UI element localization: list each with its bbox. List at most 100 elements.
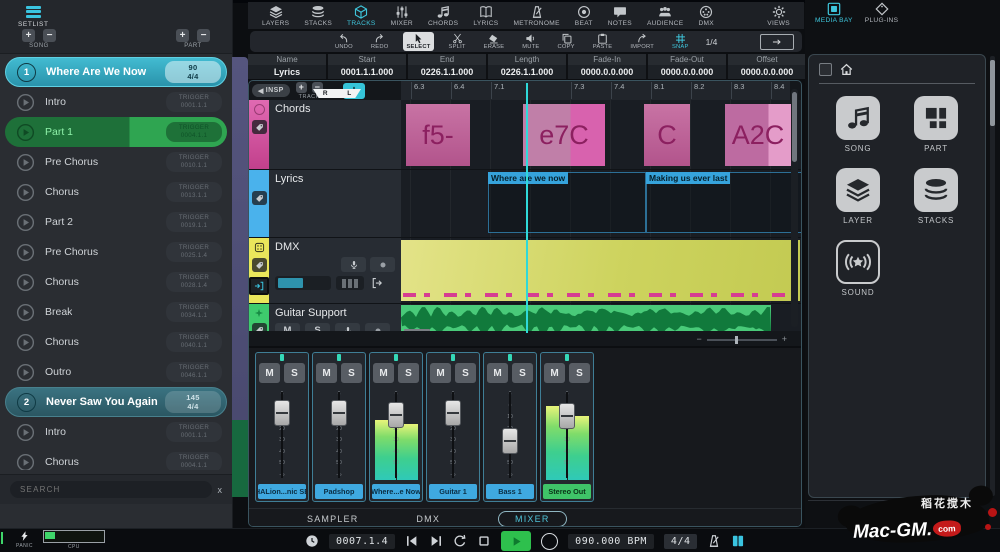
play-icon[interactable] [16,333,35,352]
browser-tile-icon-box[interactable] [836,96,880,140]
info-field[interactable]: Offset 0000.0.0.000 [728,54,808,79]
timeline-ruler[interactable]: 6.36.47.17.37.48.18.28.38.4 [401,81,790,101]
metronome-button[interactable] [707,534,721,548]
panic-button[interactable]: PANIC [16,530,33,550]
audio-event-region[interactable] [401,305,771,331]
play-button[interactable] [501,531,531,551]
play-icon[interactable] [16,273,35,292]
toolbar-tab[interactable]: TRACKS [347,5,376,27]
chord-event[interactable]: C [644,104,690,166]
toolbar-tab[interactable]: METRONOME [514,5,560,27]
fader-area[interactable]: 60 1020 3040 50-∞ [315,390,363,480]
goto-button[interactable] [760,34,794,50]
channel-name[interactable]: Bass 1 [486,484,534,499]
toolbar-tab[interactable]: AUDIENCE [647,5,683,27]
lyrics-view-button[interactable] [731,534,745,548]
info-field[interactable]: Start 0001.1.1.000 [328,54,408,79]
setlist-item[interactable]: Intro TRIGGER 0001.1.1 [5,87,227,117]
tag-icon-box[interactable] [252,323,267,331]
setlist-item[interactable]: Pre Chorus TRIGGER 0025.1.4 [5,237,227,267]
toolbar-tab[interactable]: LAYERS [262,5,289,27]
solo-button[interactable]: S [305,323,330,331]
info-field-value[interactable]: 0000.0.0.000 [648,65,726,79]
info-field-value[interactable]: 0001.1.1.000 [328,65,406,79]
time-display[interactable]: 0007.1.4 [329,534,395,549]
fader-cap[interactable] [331,400,347,426]
edit-tool[interactable]: PASTE [590,32,616,51]
time-signature[interactable]: 4/4 [664,534,698,549]
setlist-item[interactable]: Break TRIGGER 0034.1.1 [5,297,227,327]
lyrics-track-name[interactable]: Lyrics [275,173,395,185]
edit-tool[interactable]: IMPORT [627,32,657,51]
toolbar-tab[interactable]: STACKS [304,5,332,27]
info-field-value[interactable]: 0226.1.1.000 [408,65,486,79]
setlist-item[interactable]: Outro TRIGGER 0046.1.1 [5,357,227,387]
browser-tile[interactable]: SONG [819,88,897,160]
play-icon[interactable]: 1 [17,63,36,82]
play-icon[interactable]: 2 [17,393,36,412]
monitor-button[interactable] [341,257,366,272]
lyric-event[interactable]: Where are we now [488,172,646,233]
lower-zone-tab[interactable]: MIXER [498,511,567,527]
filter-checkbox[interactable] [819,63,832,76]
add-track-button[interactable]: + [296,82,307,93]
channel-name[interactable]: Guitar 1 [429,484,477,499]
right-toolbar-tab[interactable]: PLUG-INS [865,2,899,24]
fader-area[interactable]: 60 1020 3040 50-∞ [258,390,306,480]
fader-area[interactable]: 60 1020 3040 50-∞ [372,390,420,480]
edit-tool[interactable]: REDO [368,32,392,51]
play-icon[interactable] [16,123,35,142]
fader-cap[interactable] [502,428,518,454]
snap-value[interactable]: 1/4 [706,37,718,47]
vertical-scrollbar[interactable] [791,89,798,327]
search-field[interactable] [10,481,212,498]
tag-icon-box[interactable] [252,191,267,205]
remove-part-button[interactable]: − [197,29,210,42]
toolbar-tab[interactable]: CHORDS [428,5,458,27]
fader-cap[interactable] [274,400,290,426]
search-input[interactable] [18,484,204,495]
setlist-item[interactable]: 2 Never Saw You Again 145 4/4 [5,387,227,417]
lower-zone-tab[interactable]: DMX [416,514,440,524]
channel-solo-button[interactable]: S [341,363,362,383]
toolbar-tab[interactable]: DMX [698,5,714,27]
zoom-in-button[interactable]: + [782,335,787,344]
chords-track-header[interactable]: Chords [269,100,401,169]
setlist-item[interactable]: Part 2 TRIGGER 0019.1.1 [5,207,227,237]
edit-tool[interactable]: SELECT [403,32,433,51]
channel-mute-button[interactable]: M [259,363,280,383]
chord-event[interactable]: f5- [406,104,470,166]
browser-tile-icon-box[interactable] [914,168,958,212]
cycle-button[interactable] [453,534,467,548]
locator-marker[interactable]: R L [313,89,361,98]
monitor-button[interactable] [335,323,360,331]
play-icon[interactable] [16,213,35,232]
remove-song-button[interactable]: − [43,29,56,42]
channel-name[interactable]: Stereo Out [543,484,591,499]
toolbar-tab[interactable]: LYRICS [473,5,498,27]
browser-tile[interactable]: STACKS [897,160,975,232]
play-icon[interactable] [16,153,35,172]
setlist-item[interactable]: Pre Chorus TRIGGER 0010.1.1 [5,147,227,177]
browser-tile[interactable]: SOUND [819,232,897,304]
record-button[interactable] [541,533,558,550]
info-field[interactable]: End 0226.1.1.000 [408,54,488,79]
play-icon[interactable] [16,303,35,322]
channel-name[interactable]: HALion...nic SE [258,484,306,499]
chords-track-content[interactable]: f5- e7C C A2C [401,100,801,169]
mute-button[interactable]: M [275,323,300,331]
edit-tool[interactable]: ERASE [481,32,508,51]
browser-tile-icon-box[interactable] [836,240,880,284]
fader-cap[interactable] [388,402,404,428]
record-enable-button[interactable] [370,257,395,272]
lyric-event[interactable]: Making us ever last [646,172,801,233]
channel-mute-button[interactable]: M [316,363,337,383]
tag-icon-box[interactable] [252,258,267,272]
channel-mute-button[interactable]: M [544,363,565,383]
play-icon[interactable] [16,453,35,471]
output-routing-icon[interactable] [369,276,385,290]
dmx-event-region[interactable] [401,240,800,301]
toolbar-tab[interactable]: NOTES [608,5,632,27]
info-field[interactable]: Fade-Out 0000.0.0.000 [648,54,728,79]
channel-mute-button[interactable]: M [487,363,508,383]
